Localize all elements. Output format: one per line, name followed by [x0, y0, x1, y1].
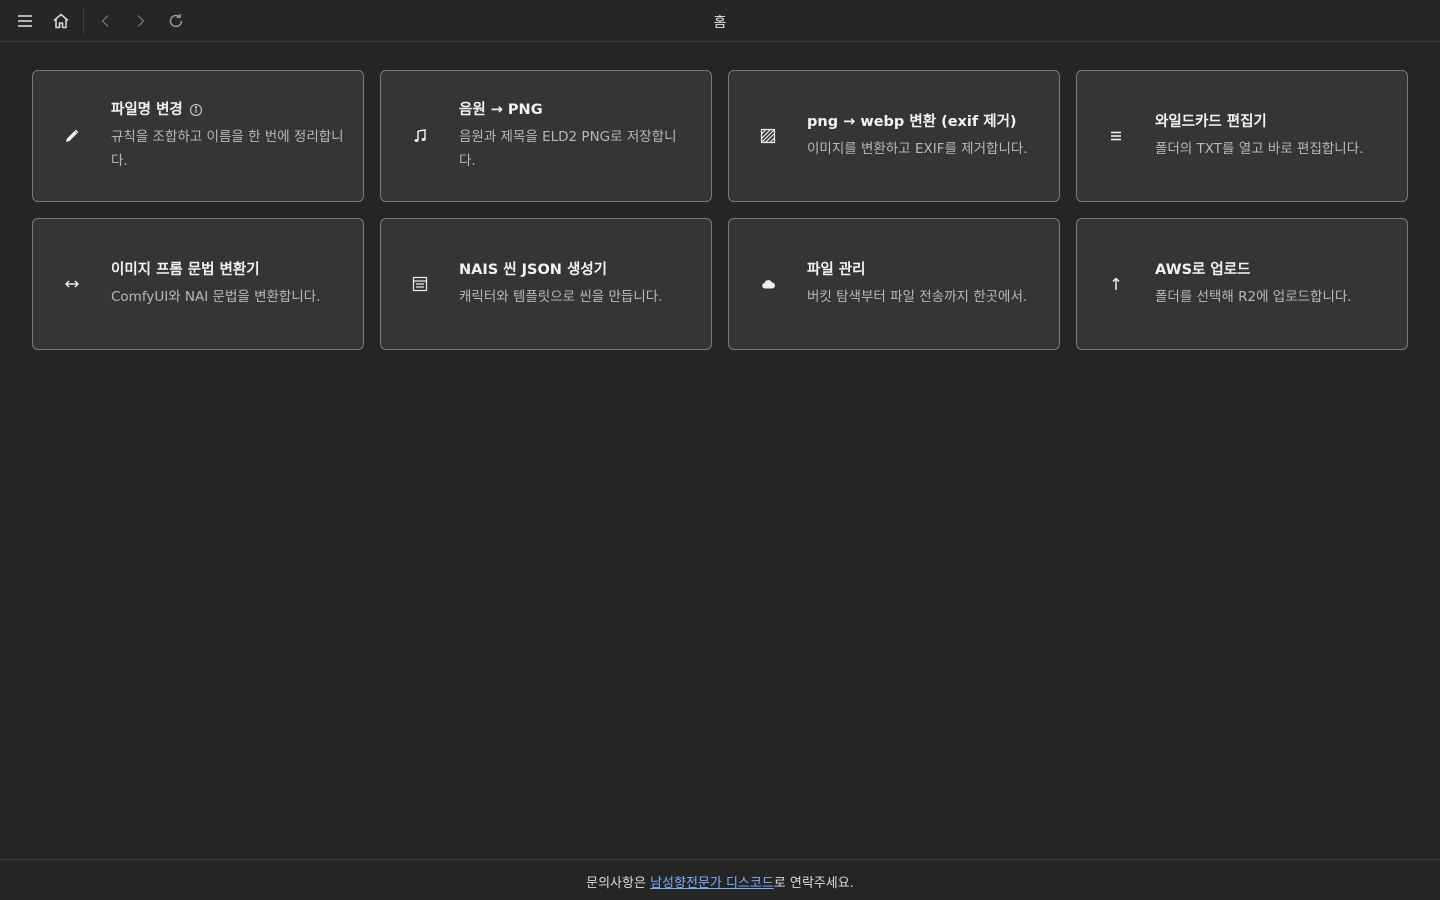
double-arrow-icon — [61, 273, 83, 295]
card-description: 버킷 탐색부터 파일 전송까지 한곳에서. — [807, 289, 1028, 305]
card-title: 와일드카드 편집기 — [1155, 114, 1267, 130]
card-text: 파일 관리 버킷 탐색부터 파일 전송까지 한곳에서. — [807, 259, 1041, 309]
discord-link[interactable]: 남성향전문가 디스코드 — [650, 876, 774, 891]
card-wildcard-editor[interactable]: 와일드카드 편집기 폴더의 TXT를 열고 바로 편집합니다. — [1076, 70, 1408, 202]
card-title: 파일명 변경 — [111, 102, 183, 118]
card-text: NAIS 씬 JSON 생성기 캐릭터와 템플릿으로 씬을 만듭니다. — [459, 259, 693, 309]
card-text: png → webp 변환 (exif 제거) 이미지를 변환하고 EXIF를 … — [807, 111, 1041, 161]
card-title: 파일 관리 — [807, 262, 866, 278]
card-description: 규칙을 조합하고 이름을 한 번에 정리합니다. — [111, 129, 344, 169]
card-description: 캐릭터와 템플릿으로 씬을 만듭니다. — [459, 289, 663, 305]
card-text: 음원 → PNG 음원과 제목을 ELD2 PNG로 저장합니다. — [459, 99, 693, 173]
arrow-up-icon — [1105, 273, 1127, 295]
cloud-icon — [757, 273, 779, 295]
pencil-icon — [61, 125, 83, 147]
card-description: 음원과 제목을 ELD2 PNG로 저장합니다. — [459, 129, 677, 169]
card-aws-upload[interactable]: AWS로 업로드 폴더를 선택해 R2에 업로드합니다. — [1076, 218, 1408, 350]
card-title: 음원 → PNG — [459, 102, 543, 118]
titlebar: 홈 — [0, 0, 1440, 42]
card-text: AWS로 업로드 폴더를 선택해 R2에 업로드합니다. — [1155, 259, 1389, 309]
tool-card-grid: 파일명 변경 규칙을 조합하고 이름을 한 번에 정리합니다. 음원 → PNG… — [32, 70, 1408, 350]
card-title: NAIS 씬 JSON 생성기 — [459, 262, 607, 278]
card-title: 이미지 프롬 문법 변환기 — [111, 262, 260, 278]
card-png-to-webp[interactable]: png → webp 변환 (exif 제거) 이미지를 변환하고 EXIF를 … — [728, 70, 1060, 202]
image-hatched-icon — [757, 125, 779, 147]
card-nais-scene-json[interactable]: NAIS 씬 JSON 생성기 캐릭터와 템플릿으로 씬을 만듭니다. — [380, 218, 712, 350]
card-prompt-syntax-converter[interactable]: 이미지 프롬 문법 변환기 ComfyUI와 NAI 문법을 변환합니다. — [32, 218, 364, 350]
music-note-icon — [409, 125, 431, 147]
card-text: 이미지 프롬 문법 변환기 ComfyUI와 NAI 문법을 변환합니다. — [111, 259, 345, 309]
card-rename[interactable]: 파일명 변경 규칙을 조합하고 이름을 한 번에 정리합니다. — [32, 70, 364, 202]
footer-suffix: 로 연락주세요. — [773, 876, 854, 891]
card-title: png → webp 변환 (exif 제거) — [807, 114, 1017, 130]
card-description: 이미지를 변환하고 EXIF를 제거합니다. — [807, 141, 1028, 157]
card-text: 파일명 변경 규칙을 조합하고 이름을 한 번에 정리합니다. — [111, 99, 345, 173]
footer: 문의사항은 남성향전문가 디스코드로 연락주세요. — [0, 859, 1440, 900]
card-title-row: 파일명 변경 — [111, 99, 345, 121]
list-lines-icon — [1105, 125, 1127, 147]
document-lines-icon — [409, 273, 431, 295]
card-file-manager[interactable]: 파일 관리 버킷 탐색부터 파일 전송까지 한곳에서. — [728, 218, 1060, 350]
card-description: 폴더의 TXT를 열고 바로 편집합니다. — [1155, 141, 1364, 157]
card-description: ComfyUI와 NAI 문법을 변환합니다. — [111, 289, 321, 305]
card-text: 와일드카드 편집기 폴더의 TXT를 열고 바로 편집합니다. — [1155, 111, 1389, 161]
card-description: 폴더를 선택해 R2에 업로드합니다. — [1155, 289, 1352, 305]
info-icon[interactable] — [189, 103, 203, 117]
card-title: AWS로 업로드 — [1155, 262, 1251, 278]
card-audio-to-png[interactable]: 음원 → PNG 음원과 제목을 ELD2 PNG로 저장합니다. — [380, 70, 712, 202]
footer-prefix: 문의사항은 — [586, 876, 651, 891]
page-title: 홈 — [713, 15, 727, 31]
